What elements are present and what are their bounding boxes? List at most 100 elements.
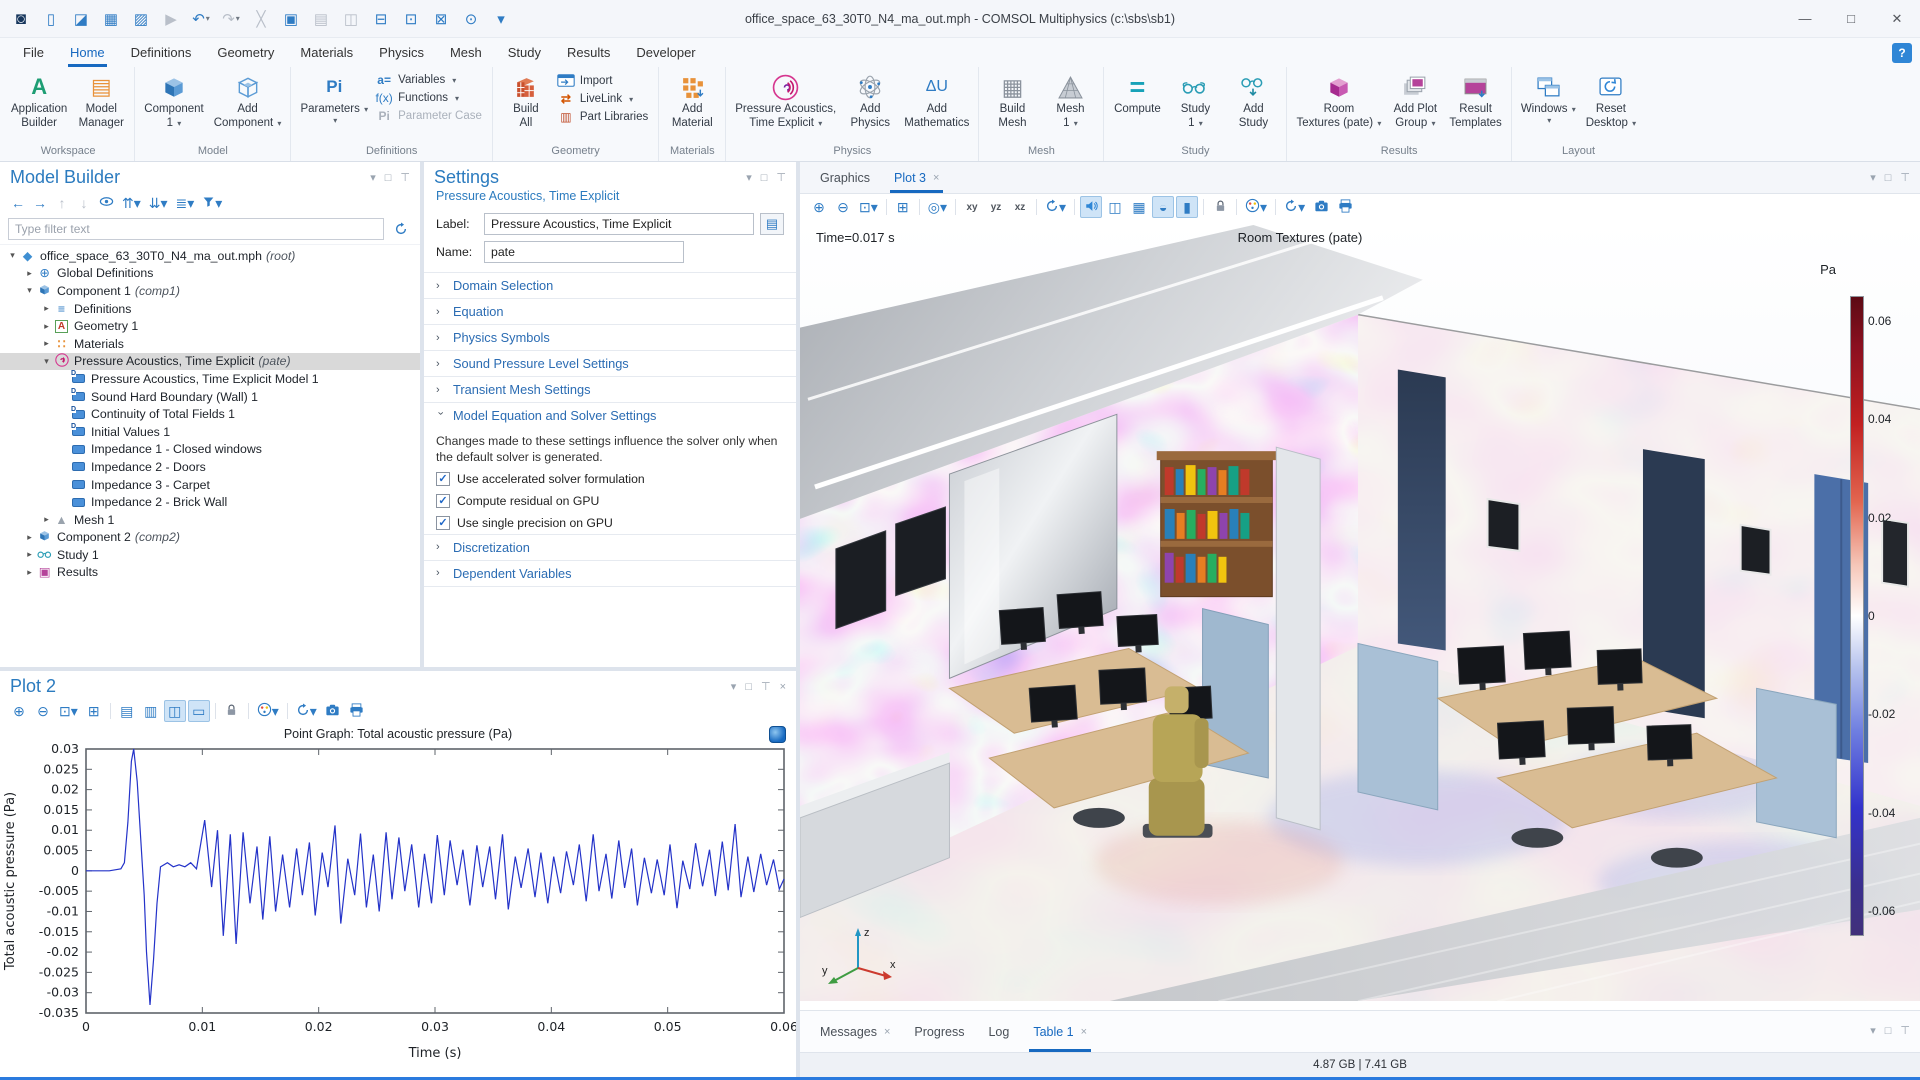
panel-menu-icon[interactable]: ▾ (731, 680, 737, 693)
comsol-logo-icon[interactable] (769, 726, 786, 743)
filter-refresh-button[interactable] (390, 218, 412, 240)
name-field[interactable] (484, 241, 684, 263)
variables-button[interactable]: a= Variables ▾ (375, 73, 482, 87)
view-xz-button[interactable]: xz (1009, 196, 1031, 218)
save-as-button[interactable]: ▨ (128, 6, 154, 32)
redo-button[interactable]: ↷ ▾ (218, 6, 244, 32)
mesh-1-button[interactable]: Mesh 1 ▾ (1041, 70, 1099, 133)
menu-materials[interactable]: Materials (287, 38, 366, 67)
play-button[interactable]: ▶ (158, 6, 184, 32)
zoom-extents-button[interactable]: ⊞ (83, 700, 105, 722)
maximize-button[interactable]: □ (1828, 0, 1874, 37)
show-button[interactable] (96, 192, 117, 214)
tree-item[interactable]: ▸ Component 2 (comp2) (0, 529, 420, 547)
lock-axes-button[interactable] (221, 700, 243, 722)
tree-item[interactable]: ▾ Pressure Acoustics, Time Explicit (pate) (0, 352, 420, 371)
result-templates-button[interactable]: Result Templates (1444, 70, 1506, 133)
rename-button[interactable]: ▤ (760, 213, 784, 235)
checkbox-checked-icon[interactable]: ✓ (436, 471, 450, 486)
lock-view-button[interactable] (1209, 196, 1231, 218)
cut-button[interactable]: ╳ (248, 6, 274, 32)
annotation-button[interactable]: ▭ (187, 700, 210, 722)
tree-item[interactable]: ▸ ⊕ Global Definitions (0, 265, 420, 283)
paste-button[interactable]: ▤ (308, 6, 334, 32)
expand-all-button[interactable]: ⇊ ▾ (146, 192, 171, 214)
windows-button[interactable]: Windows ▾ ▾ (1516, 70, 1581, 128)
tree-item[interactable]: Impedance 3 - Carpet (0, 476, 420, 494)
find-button[interactable]: ⊙ (458, 6, 484, 32)
tab-messages[interactable]: Messages × (808, 1011, 902, 1052)
save-button[interactable]: ▦ (98, 6, 124, 32)
add-material-button[interactable]: Add Material (663, 70, 721, 133)
clear-selection-button[interactable]: ⊠ (428, 6, 454, 32)
section-header[interactable]: › Dependent Variables (424, 561, 796, 586)
add-physics-button[interactable]: Add Physics (841, 70, 899, 133)
expander-open-icon[interactable]: ▾ (23, 285, 36, 296)
color-theme-button[interactable]: ▾ (254, 700, 282, 722)
move-up-button[interactable]: ↑ (52, 192, 72, 214)
model-manager-button[interactable]: ▤ Model Manager (72, 70, 130, 133)
tab-log[interactable]: Log (976, 1011, 1021, 1052)
tree-item[interactable]: ▸ A Geometry 1 (0, 317, 420, 335)
menu-definitions[interactable]: Definitions (118, 38, 205, 67)
view-settings-button[interactable]: ◒ (1152, 196, 1175, 218)
print-button[interactable] (346, 700, 368, 722)
functions-button[interactable]: f(x) Functions ▾ (375, 91, 482, 105)
zoom-out-button[interactable]: ⊖ (32, 700, 54, 722)
add-component-button[interactable]: Add Component ▾ (209, 70, 287, 133)
help-button[interactable]: ? (1892, 43, 1912, 63)
panel-float-icon[interactable]: □ (1885, 1025, 1892, 1037)
tree-item[interactable]: Impedance 2 - Doors (0, 458, 420, 476)
menu-results[interactable]: Results (554, 38, 623, 67)
component-1-button[interactable]: Component 1 ▾ (139, 70, 208, 133)
checkbox-row[interactable]: ✓ Use single precision on GPU (424, 512, 796, 534)
zoom-out-button[interactable]: ⊖ (832, 196, 854, 218)
zoom-box-button[interactable]: ⊡ ▾ (856, 196, 881, 218)
image-snapshot-button[interactable] (1310, 196, 1332, 218)
move-down-button[interactable]: ↓ (74, 192, 94, 214)
forward-button[interactable]: → (30, 192, 50, 214)
tree-item[interactable]: ▸ ▲ Mesh 1 (0, 511, 420, 529)
add-plot-group-button[interactable]: Add Plot Group ▾ (1386, 70, 1444, 133)
tab-plot-3[interactable]: Plot 3 × (882, 162, 951, 193)
section-header[interactable]: › Model Equation and Solver Settings (424, 403, 796, 428)
expander-closed-icon[interactable]: ▸ (23, 549, 36, 560)
tab-close-icon[interactable]: × (884, 1026, 890, 1038)
panel-pin-icon[interactable]: ⊤ (776, 171, 786, 184)
room-textures-button[interactable]: Room Textures (pate) ▾ (1291, 70, 1386, 133)
section-header[interactable]: › Equation (424, 299, 796, 324)
build-mesh-button[interactable]: ▦ Build Mesh (983, 70, 1041, 133)
panel-menu-icon[interactable]: ▾ (370, 171, 376, 184)
zoom-in-button[interactable]: ⊕ (8, 700, 30, 722)
y-grid-button[interactable]: ▥ (140, 700, 162, 722)
print-button[interactable] (1334, 196, 1356, 218)
tree-item[interactable]: Sound Hard Boundary (Wall) 1 (0, 388, 420, 406)
go-to-view-button[interactable]: ◎ ▾ (925, 196, 950, 218)
pressure-acoustics-button[interactable]: Pressure Acoustics, Time Explicit ▾ (730, 70, 841, 133)
color-theme-button[interactable]: ▾ (1242, 196, 1270, 218)
tree-item[interactable]: Impedance 1 - Closed windows (0, 441, 420, 459)
tree-item[interactable]: Initial Values 1 (0, 423, 420, 441)
tree-item[interactable]: Continuity of Total Fields 1 (0, 405, 420, 423)
open-file-button[interactable]: ◪ (68, 6, 94, 32)
menu-developer[interactable]: Developer (623, 38, 708, 67)
menu-mesh[interactable]: Mesh (437, 38, 495, 67)
zoom-in-button[interactable]: ⊕ (808, 196, 830, 218)
tree-item[interactable]: ▾ Component 1 (comp1) (0, 282, 420, 300)
app-logo-button[interactable]: ◙ (8, 6, 34, 32)
add-study-button[interactable]: Add Study (1224, 70, 1282, 133)
tab-progress[interactable]: Progress (902, 1011, 976, 1052)
checkbox-row[interactable]: ✓ Compute residual on GPU (424, 490, 796, 512)
tab-close-icon[interactable]: × (1081, 1026, 1087, 1038)
panel-close-icon[interactable]: × (780, 681, 786, 693)
section-header[interactable]: › Physics Symbols (424, 325, 796, 350)
panel-float-icon[interactable]: □ (1885, 172, 1892, 184)
delete-button[interactable]: ⊟ (368, 6, 394, 32)
collapse-all-button[interactable]: ⇈ ▾ (119, 192, 144, 214)
tree-item[interactable]: Impedance 2 - Brick Wall (0, 493, 420, 511)
panel-float-icon[interactable]: □ (761, 172, 768, 184)
grid-button[interactable]: ▦ (1128, 196, 1150, 218)
menu-home[interactable]: Home (57, 38, 118, 67)
sound-button[interactable] (1080, 196, 1103, 218)
plot-update-button[interactable]: ▾ (293, 700, 320, 722)
